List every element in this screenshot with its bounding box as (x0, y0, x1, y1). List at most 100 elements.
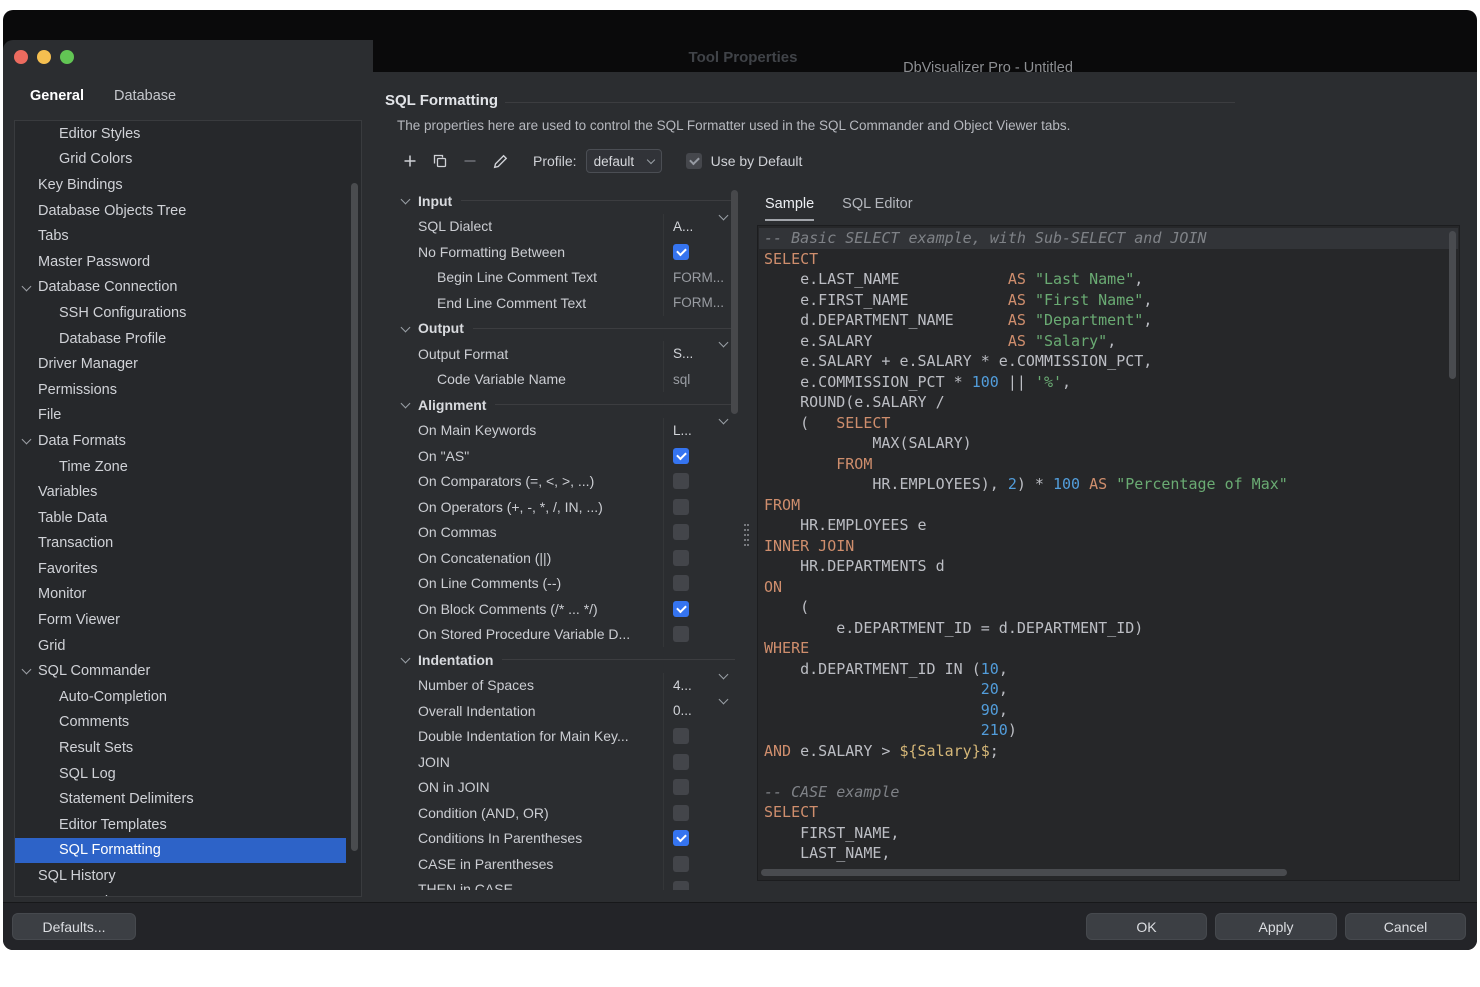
tree-item-auto-completion[interactable]: Auto-Completion (15, 684, 346, 710)
checkbox[interactable] (673, 473, 689, 489)
prop-row-on-comparators[interactable]: On Comparators (=, <, >, ...) (400, 469, 735, 495)
checkbox[interactable] (673, 575, 689, 591)
chevron-down-icon[interactable] (401, 399, 411, 409)
checkbox-cell[interactable] (663, 571, 735, 597)
checkbox-cell[interactable] (663, 469, 735, 495)
chevron-down-icon[interactable] (401, 322, 411, 332)
checkbox[interactable] (673, 779, 689, 795)
checkbox[interactable] (673, 626, 689, 642)
remove-profile-icon[interactable] (459, 150, 481, 172)
tree-item-proxy-settings[interactable]: Proxy Settings (15, 889, 346, 897)
cancel-button[interactable]: Cancel (1345, 913, 1466, 940)
tree-item-sql-commander[interactable]: SQL Commander (15, 658, 346, 684)
checkbox-cell[interactable] (663, 622, 735, 648)
value-dropdown[interactable]: 4... (663, 673, 735, 699)
tab-sql-editor[interactable]: SQL Editor (842, 196, 912, 221)
prop-row-output-format[interactable]: Output FormatS... (400, 341, 735, 367)
tree-item-key-bindings[interactable]: Key Bindings (15, 172, 346, 198)
zoom-button[interactable] (60, 50, 74, 64)
prop-row-on-block-comments[interactable]: On Block Comments (/* ... */) (400, 596, 735, 622)
tree-item-statement-delimiters[interactable]: Statement Delimiters (15, 786, 346, 812)
checkbox[interactable] (673, 448, 689, 464)
checkbox-cell[interactable] (663, 724, 735, 750)
prop-row-on-stored-procedure-variable-d[interactable]: On Stored Procedure Variable D... (400, 622, 735, 648)
text-value-cell[interactable]: FORM... (663, 290, 735, 316)
tree-item-sql-formatting[interactable]: SQL Formatting (15, 838, 346, 864)
editor-vertical-scrollbar[interactable] (1449, 231, 1456, 379)
checkbox[interactable] (673, 805, 689, 821)
prop-row-code-variable-name[interactable]: Code Variable Namesql (400, 367, 735, 393)
sql-preview-editor[interactable]: -- Basic SELECT example, with Sub-SELECT… (757, 225, 1460, 881)
value-dropdown[interactable]: A... (663, 214, 735, 240)
apply-button[interactable]: Apply (1215, 913, 1337, 940)
checkbox-cell[interactable] (663, 826, 735, 852)
tree-item-permissions[interactable]: Permissions (15, 377, 346, 403)
prop-section-alignment[interactable]: Alignment (400, 392, 735, 418)
prop-row-on-commas[interactable]: On Commas (400, 520, 735, 546)
tree-item-monitor[interactable]: Monitor (15, 582, 346, 608)
tree-item-editor-templates[interactable]: Editor Templates (15, 812, 346, 838)
tree-item-sql-log[interactable]: SQL Log (15, 761, 346, 787)
value-dropdown[interactable]: 0... (663, 698, 735, 724)
prop-section-output[interactable]: Output (400, 316, 735, 342)
properties-scrollbar[interactable] (731, 190, 738, 414)
expander-chevron-icon[interactable] (22, 435, 32, 445)
prop-row-on-operators-in[interactable]: On Operators (+, -, *, /, IN, ...) (400, 494, 735, 520)
tree-item-master-password[interactable]: Master Password (15, 249, 346, 275)
tree-item-database-objects-tree[interactable]: Database Objects Tree (15, 198, 346, 224)
prop-row-sql-dialect[interactable]: SQL DialectA... (400, 214, 735, 240)
prop-row-begin-line-comment-text[interactable]: Begin Line Comment TextFORM... (400, 265, 735, 291)
prop-row-conditions-in-parentheses[interactable]: Conditions In Parentheses (400, 826, 735, 852)
prop-row-on-line-comments[interactable]: On Line Comments (--) (400, 571, 735, 597)
edit-profile-icon[interactable] (489, 150, 511, 172)
expander-chevron-icon[interactable] (22, 665, 32, 675)
tree-item-table-data[interactable]: Table Data (15, 505, 346, 531)
tree-item-form-viewer[interactable]: Form Viewer (15, 607, 346, 633)
prop-row-on-as[interactable]: On "AS" (400, 443, 735, 469)
checkbox[interactable] (673, 856, 689, 872)
prop-section-input[interactable]: Input (400, 188, 735, 214)
checkbox-cell[interactable] (663, 851, 735, 877)
prop-row-join[interactable]: JOIN (400, 749, 735, 775)
tab-database[interactable]: Database (114, 88, 176, 104)
tab-general[interactable]: General (30, 88, 84, 104)
tree-item-ssh-configurations[interactable]: SSH Configurations (15, 300, 346, 326)
tree-item-grid[interactable]: Grid (15, 633, 346, 659)
text-value-cell[interactable]: sql (663, 367, 735, 393)
tree-item-sql-history[interactable]: SQL History (15, 863, 346, 889)
defaults-button[interactable]: Defaults... (12, 913, 136, 940)
checkbox-cell[interactable] (663, 596, 735, 622)
checkbox-cell[interactable] (663, 443, 735, 469)
tree-item-data-formats[interactable]: Data Formats (15, 428, 346, 454)
minimize-button[interactable] (37, 50, 51, 64)
checkbox-cell[interactable] (663, 877, 735, 891)
prop-row-number-of-spaces[interactable]: Number of Spaces4... (400, 673, 735, 699)
tree-item-time-zone[interactable]: Time Zone (15, 454, 346, 480)
checkbox-cell[interactable] (663, 545, 735, 571)
add-profile-icon[interactable] (399, 150, 421, 172)
tree-item-database-profile[interactable]: Database Profile (15, 326, 346, 352)
tree-item-file[interactable]: File (15, 403, 346, 429)
value-dropdown[interactable]: S... (663, 341, 735, 367)
prop-row-on-main-keywords[interactable]: On Main KeywordsL... (400, 418, 735, 444)
checkbox[interactable] (673, 728, 689, 744)
chevron-down-icon[interactable] (401, 195, 411, 205)
panel-splitter[interactable] (744, 524, 746, 526)
checkbox[interactable] (673, 601, 689, 617)
checkbox[interactable] (673, 550, 689, 566)
prop-row-case-in-parentheses[interactable]: CASE in Parentheses (400, 851, 735, 877)
checkbox-cell[interactable] (663, 520, 735, 546)
checkbox[interactable] (673, 754, 689, 770)
tab-sample[interactable]: Sample (765, 196, 814, 221)
chevron-down-icon[interactable] (401, 654, 411, 664)
copy-profile-icon[interactable] (429, 150, 451, 172)
profile-select[interactable]: default (586, 149, 662, 173)
tree-item-result-sets[interactable]: Result Sets (15, 735, 346, 761)
use-by-default-checkbox[interactable] (686, 153, 702, 169)
ok-button[interactable]: OK (1086, 913, 1207, 940)
prop-row-overall-indentation[interactable]: Overall Indentation0... (400, 698, 735, 724)
tree-item-tabs[interactable]: Tabs (15, 223, 346, 249)
prop-row-then-in-case[interactable]: THEN in CASE (400, 877, 735, 891)
checkbox[interactable] (673, 881, 689, 890)
tree-item-comments[interactable]: Comments (15, 710, 346, 736)
